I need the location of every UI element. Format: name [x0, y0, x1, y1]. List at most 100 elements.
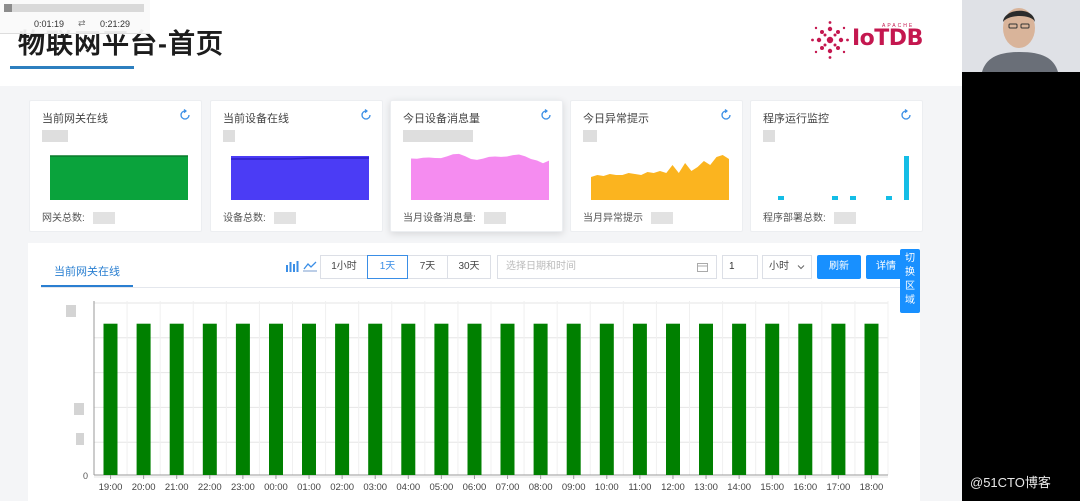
- x-tick-label: 18:00: [860, 482, 884, 493]
- video-progress-bar[interactable]: [4, 4, 144, 12]
- chart-bar: [467, 323, 482, 475]
- x-tick-label: 14:00: [727, 482, 751, 493]
- program-monitor-card: 程序运行监控 程序部署总数:: [750, 100, 923, 232]
- chevron-down-icon: [797, 265, 805, 270]
- device-online-card: 当前设备在线设备总数:: [210, 100, 383, 232]
- anomaly-card: 今日异常提示 当月异常提示: [570, 100, 743, 232]
- x-tick-label: 20:00: [132, 482, 156, 493]
- x-tick-label: 22:00: [198, 482, 222, 493]
- range-30-day-button[interactable]: 30天: [447, 255, 491, 279]
- x-tick-label: 03:00: [363, 482, 387, 493]
- chart-bar: [699, 323, 713, 475]
- card-title: 今日设备消息量: [403, 113, 480, 125]
- range-1-day-button[interactable]: 1天: [367, 255, 408, 279]
- x-tick-label: 15:00: [760, 482, 784, 493]
- x-tick-label: 16:00: [793, 482, 817, 493]
- refresh-button[interactable]: 刷新: [817, 255, 861, 279]
- chart-bar: [533, 323, 548, 475]
- card-title: 今日异常提示: [583, 113, 649, 125]
- x-tick-label: 04:00: [396, 482, 420, 493]
- card-title: 当前设备在线: [223, 113, 289, 125]
- card-footer-label: 当月异常提示: [583, 213, 643, 224]
- screen-area: 物联网平台-首页 APACHE IoTDB 当前网关在线 网关总数: 当前设备在…: [0, 0, 962, 501]
- mini-chart-area: [411, 153, 549, 200]
- x-tick-label: 05:00: [429, 482, 453, 493]
- blurred-y-label: [74, 403, 84, 415]
- gateway-online-card: 当前网关在线 网关总数:: [29, 100, 202, 232]
- switch-area-char: 域: [905, 295, 915, 306]
- blurred-value: [583, 130, 597, 142]
- watermark-text: @51CTO博客: [970, 475, 1051, 490]
- blurred-total: [651, 212, 673, 225]
- card-mini-chart: [231, 156, 369, 200]
- chart-bar: [269, 323, 283, 475]
- date-time-placeholder: 选择日期和时间: [506, 261, 576, 272]
- gateway-online-bar-chart: 0 19:00 20:00 21:00 22:00 23:00 00:00 01:00 02:0…: [66, 301, 889, 493]
- chart-bar: [235, 323, 250, 475]
- refresh-icon[interactable]: [540, 109, 552, 121]
- blurred-y-label: [76, 433, 84, 445]
- chart-bar: [732, 323, 747, 475]
- card-footer: 设备总数:: [223, 209, 296, 225]
- x-tick-label: 12:00: [661, 482, 685, 493]
- chart-bar: [666, 323, 680, 475]
- blurred-value: [223, 130, 235, 142]
- interval-unit-select[interactable]: 小时: [762, 255, 812, 279]
- title-underline: [10, 66, 134, 69]
- chart-bar: [335, 323, 350, 475]
- video-player-bar: 0:01:19 ⇄ 0:21:29: [0, 0, 150, 34]
- refresh-icon[interactable]: [720, 109, 732, 121]
- switch-area-button[interactable]: 切 换 区 域: [900, 249, 920, 313]
- refresh-icon[interactable]: [900, 109, 912, 121]
- interval-unit-label: 小时: [769, 261, 789, 272]
- mini-chart-area: [50, 156, 188, 200]
- blurred-total: [92, 212, 115, 225]
- blurred-value: [403, 130, 473, 142]
- interval-value-input[interactable]: 1: [722, 255, 758, 279]
- chart-bar: [632, 323, 647, 475]
- line-chart-icon[interactable]: [303, 260, 317, 272]
- chart-bar: [401, 323, 416, 475]
- refresh-icon[interactable]: [179, 109, 191, 121]
- card-footer-label: 程序部署总数:: [763, 213, 826, 224]
- video-progress-fill: [4, 4, 13, 12]
- chart-bar: [864, 323, 879, 475]
- chart-bar: [500, 323, 515, 475]
- chart-bar: [798, 323, 813, 475]
- refresh-icon[interactable]: [360, 109, 372, 121]
- gateway-chart-panel: 当前网关在线 1小时 1天 7天 30天 选择日期和时间 1 小时 刷新 详情 …: [28, 243, 920, 501]
- presenter-webcam: [962, 0, 1080, 72]
- chart-bar: [103, 323, 118, 475]
- swap-icon[interactable]: ⇄: [78, 18, 86, 29]
- blurred-total: [273, 212, 296, 225]
- bar-chart-icon[interactable]: [285, 260, 299, 272]
- blurred-value: [763, 130, 775, 142]
- chart-bar: [136, 323, 151, 475]
- date-time-picker[interactable]: 选择日期和时间: [497, 255, 717, 279]
- tab-gateway-online[interactable]: 当前网关在线: [41, 261, 133, 287]
- presenter-video-image: [962, 0, 1080, 72]
- card-footer: 当月异常提示: [583, 209, 673, 225]
- x-tick-label: 10:00: [595, 482, 619, 493]
- x-tick-label: 19:00: [99, 482, 123, 493]
- mini-chart-bar: [850, 196, 856, 200]
- card-footer: 网关总数:: [42, 209, 115, 225]
- x-tick-label: 17:00: [826, 482, 850, 493]
- x-tick-label: 01:00: [297, 482, 321, 493]
- chart-bar: [302, 323, 316, 475]
- mini-chart-bar: [778, 196, 784, 200]
- iotdb-logo-icon: [811, 21, 849, 59]
- tabs-divider: [41, 287, 907, 288]
- x-tick-label: 21:00: [165, 482, 189, 493]
- range-1-hour-button[interactable]: 1小时: [320, 255, 368, 279]
- blurred-total: [833, 212, 856, 225]
- mini-chart-bar: [904, 156, 909, 200]
- blurred-total: [483, 212, 506, 225]
- x-tick-label: 13:00: [694, 482, 718, 493]
- chart-bar: [434, 323, 449, 475]
- device-message-card: 今日设备消息量 当月设备消息量:: [390, 100, 563, 232]
- range-7-day-button[interactable]: 7天: [407, 255, 448, 279]
- x-tick-label: 00:00: [264, 482, 288, 493]
- x-tick-label: 09:00: [562, 482, 586, 493]
- chart-bar: [599, 323, 614, 475]
